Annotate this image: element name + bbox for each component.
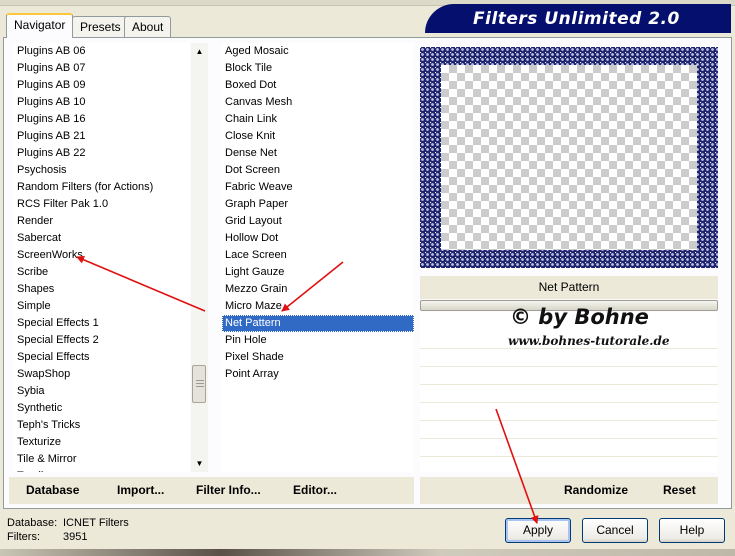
filter-item[interactable]: Boxed Dot	[222, 77, 414, 94]
tab-navigator[interactable]: Navigator	[6, 13, 74, 38]
filter-info-button[interactable]: Filter Info...	[196, 483, 261, 497]
watermark-url: www.bohnes-tutorale.de	[508, 334, 670, 348]
filter-list[interactable]: Aged Mosaic Block Tile Boxed Dot Canvas Mes…	[222, 43, 414, 472]
category-item[interactable]: Texturize	[14, 434, 190, 451]
filter-item[interactable]: Graph Paper	[222, 196, 414, 213]
filter-item[interactable]: Pin Hole	[222, 332, 414, 349]
cancel-button[interactable]: Cancel	[582, 518, 648, 543]
database-value: ICNET Filters	[63, 517, 129, 529]
category-item[interactable]: Sabercat	[14, 230, 190, 247]
filter-item[interactable]: Dense Net	[222, 145, 414, 162]
category-list[interactable]: Plugins AB 06 Plugins AB 07 Plugins AB 09 P…	[14, 43, 190, 472]
navigator-toolbar: Database Import... Filter Info... Editor…	[9, 477, 414, 504]
category-item[interactable]: Toadies	[14, 468, 190, 472]
preview-image	[420, 47, 718, 268]
category-item[interactable]: Plugins AB 09	[14, 77, 190, 94]
filter-item[interactable]: Grid Layout	[222, 213, 414, 230]
database-button[interactable]: Database	[26, 483, 79, 497]
category-item[interactable]: Special Effects	[14, 349, 190, 366]
category-item[interactable]: Tile & Mirror	[14, 451, 190, 468]
filter-item[interactable]: Fabric Weave	[222, 179, 414, 196]
category-item[interactable]: Plugins AB 21	[14, 128, 190, 145]
editor-button[interactable]: Editor...	[293, 483, 337, 497]
preview-toolbar: Randomize Reset	[420, 477, 718, 504]
category-item[interactable]: Plugins AB 16	[14, 111, 190, 128]
category-list-scrollbar[interactable]: ▲ ▼	[191, 43, 208, 472]
filter-item[interactable]: Light Gauze	[222, 264, 414, 281]
tab-presets[interactable]: Presets	[72, 16, 129, 38]
filter-item-selected[interactable]: Net Pattern	[222, 315, 414, 332]
category-item[interactable]: Random Filters (for Actions)	[14, 179, 190, 196]
scroll-thumb[interactable]	[192, 365, 206, 403]
preview-transparency	[441, 65, 697, 250]
category-item[interactable]: Scribe	[14, 264, 190, 281]
apply-button[interactable]: Apply	[505, 518, 571, 543]
category-item[interactable]: ScreenWorks	[14, 247, 190, 264]
tab-about[interactable]: About	[124, 16, 172, 38]
filters-label: Filters:	[7, 531, 40, 543]
filter-item[interactable]: Lace Screen	[222, 247, 414, 264]
filter-item[interactable]: Canvas Mesh	[222, 94, 414, 111]
category-item[interactable]: Special Effects 1	[14, 315, 190, 332]
category-item[interactable]: Render	[14, 213, 190, 230]
category-item[interactable]: Simple	[14, 298, 190, 315]
database-label: Database:	[7, 517, 58, 529]
window-bottom-strip	[0, 549, 735, 556]
filter-item[interactable]: Dot Screen	[222, 162, 414, 179]
filters-status: Filters: 3951	[7, 531, 87, 543]
filter-item[interactable]: Block Tile	[222, 60, 414, 77]
category-item[interactable]: Plugins AB 07	[14, 60, 190, 77]
category-item[interactable]: Plugins AB 06	[14, 43, 190, 60]
category-item[interactable]: Sybia	[14, 383, 190, 400]
title-banner: Filters Unlimited 2.0	[425, 4, 731, 33]
import-button[interactable]: Import...	[117, 483, 164, 497]
filter-item[interactable]: Close Knit	[222, 128, 414, 145]
reset-button[interactable]: Reset	[663, 483, 696, 497]
category-item[interactable]: Teph's Tricks	[14, 417, 190, 434]
category-item[interactable]: SwapShop	[14, 366, 190, 383]
help-button[interactable]: Help	[659, 518, 725, 543]
category-item[interactable]: Shapes	[14, 281, 190, 298]
filter-item[interactable]: Mezzo Grain	[222, 281, 414, 298]
filter-item[interactable]: Point Array	[222, 366, 414, 383]
database-status: Database: ICNET Filters	[7, 517, 129, 529]
category-item[interactable]: RCS Filter Pak 1.0	[14, 196, 190, 213]
randomize-button[interactable]: Randomize	[564, 483, 628, 497]
filters-count: 3951	[63, 531, 88, 543]
watermark-author: © by Bohne	[510, 305, 649, 329]
scroll-down-arrow-icon[interactable]: ▼	[191, 455, 208, 472]
scroll-up-arrow-icon[interactable]: ▲	[191, 43, 208, 60]
category-item[interactable]: Synthetic	[14, 400, 190, 417]
category-item[interactable]: Plugins AB 10	[14, 94, 190, 111]
filter-item[interactable]: Pixel Shade	[222, 349, 414, 366]
category-item[interactable]: Special Effects 2	[14, 332, 190, 349]
filter-item[interactable]: Micro Maze	[222, 298, 414, 315]
category-item[interactable]: Plugins AB 22	[14, 145, 190, 162]
category-item[interactable]: Psychosis	[14, 162, 190, 179]
filter-item[interactable]: Chain Link	[222, 111, 414, 128]
filter-item[interactable]: Hollow Dot	[222, 230, 414, 247]
current-filter-name: Net Pattern	[420, 276, 718, 299]
filter-item[interactable]: Aged Mosaic	[222, 43, 414, 60]
